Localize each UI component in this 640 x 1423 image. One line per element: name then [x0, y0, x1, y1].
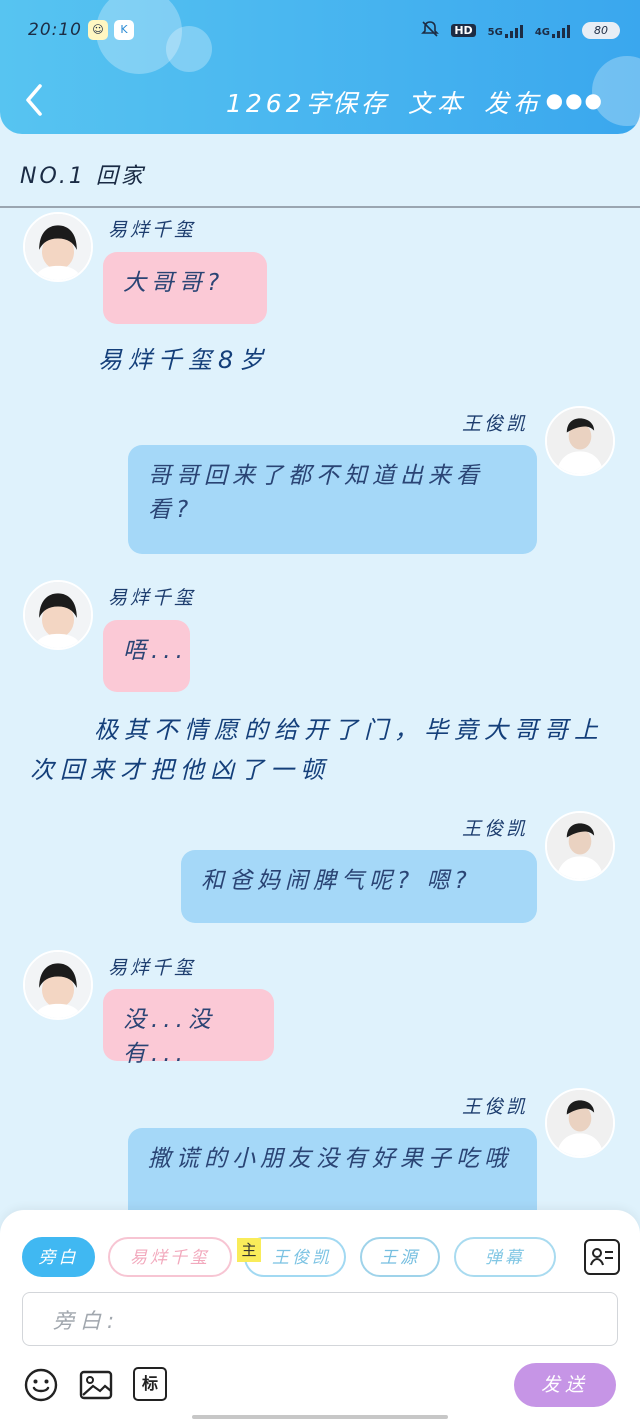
header: 20:10 ☺ K HD 5G 4G 80 1262字 保存 文本 发布 ●●●: [0, 0, 640, 134]
smiley-icon: [24, 1368, 58, 1402]
5g-signal-icon: 5G: [488, 24, 523, 38]
top-toolbar: 1262字 保存 文本 发布 ●●●: [0, 78, 640, 122]
app-icon-2: K: [114, 20, 134, 40]
role-chip-wang-yuan[interactable]: 王源: [360, 1237, 440, 1277]
app-icon-1: ☺: [88, 20, 108, 40]
contact-card-icon: [590, 1248, 613, 1266]
sender-name: 王俊凯: [462, 818, 529, 840]
mute-bell-icon: [421, 20, 440, 41]
mark-button[interactable]: 标: [133, 1367, 167, 1401]
send-button[interactable]: 发送: [514, 1363, 616, 1407]
image-button[interactable]: [78, 1367, 114, 1403]
narration-input[interactable]: 旁白:: [22, 1292, 618, 1346]
status-bar: 20:10 ☺ K HD 5G 4G 80: [28, 18, 620, 44]
message-bubble[interactable]: 大哥哥?: [103, 252, 267, 324]
publish-button[interactable]: 发布: [484, 84, 542, 120]
word-count: 1262字: [226, 89, 335, 118]
avatar-wang-jun-kai[interactable]: [545, 1088, 615, 1158]
save-button[interactable]: 保存: [332, 84, 390, 120]
avatar-yi-yang-qian-xi[interactable]: [23, 212, 93, 282]
message-bubble[interactable]: 唔...: [103, 620, 190, 692]
home-indicator[interactable]: [192, 1415, 448, 1419]
message-bubble[interactable]: 撒谎的小朋友没有好果子吃哦: [128, 1128, 537, 1210]
contact-card-button[interactable]: [584, 1239, 620, 1275]
main-role-badge: 主: [237, 1238, 261, 1262]
message-bubble[interactable]: 哥哥回来了都不知道出来看看?: [128, 445, 537, 554]
text-button[interactable]: 文本: [408, 84, 466, 120]
message-list[interactable]: 易烊千玺 大哥哥? 易烊千玺8岁 王俊凯 哥哥回来了都不知道出来看看? 易烊千玺…: [0, 210, 640, 1210]
battery-icon: 80: [582, 22, 620, 39]
input-placeholder: 旁白:: [53, 1309, 121, 1333]
role-chip-danmaku[interactable]: 弹幕: [454, 1237, 556, 1277]
back-button[interactable]: [18, 78, 54, 122]
avatar-yi-yang-qian-xi[interactable]: [23, 580, 93, 650]
role-chip-narrator[interactable]: 旁白: [22, 1237, 95, 1277]
image-icon: [79, 1370, 113, 1400]
chapter-header: NO.1 回家: [0, 134, 640, 208]
hd-icon: HD: [451, 24, 476, 37]
status-time: 20:10: [28, 20, 82, 40]
more-options-icon[interactable]: ●●●: [546, 88, 604, 112]
avatar-wang-jun-kai[interactable]: [545, 406, 615, 476]
compose-panel: 旁白 易烊千玺 王俊凯 主 王源 弹幕 旁白: 标 发送: [0, 1210, 640, 1423]
chapter-title[interactable]: NO.1 回家: [20, 158, 146, 190]
narration-text[interactable]: 极其不情愿的给开了门，毕竟大哥哥上次回来才把他凶了一顿: [30, 710, 615, 790]
sender-name: 易烊千玺: [108, 587, 197, 609]
sender-name: 易烊千玺: [108, 957, 197, 979]
sender-name: 王俊凯: [462, 413, 529, 435]
narration-text[interactable]: 易烊千玺8岁: [98, 340, 269, 380]
sender-name: 易烊千玺: [108, 219, 197, 241]
role-chip-yi-yang-qian-xi[interactable]: 易烊千玺: [108, 1237, 232, 1277]
avatar-yi-yang-qian-xi[interactable]: [23, 950, 93, 1020]
avatar-wang-jun-kai[interactable]: [545, 811, 615, 881]
message-bubble[interactable]: 和爸妈闹脾气呢? 嗯?: [181, 850, 537, 923]
4g-signal-icon: 4G: [535, 24, 570, 38]
chevron-left-icon: [26, 84, 42, 116]
sender-name: 王俊凯: [462, 1096, 529, 1118]
emoji-button[interactable]: [23, 1367, 59, 1403]
message-bubble[interactable]: 没...没有...: [103, 989, 274, 1067]
